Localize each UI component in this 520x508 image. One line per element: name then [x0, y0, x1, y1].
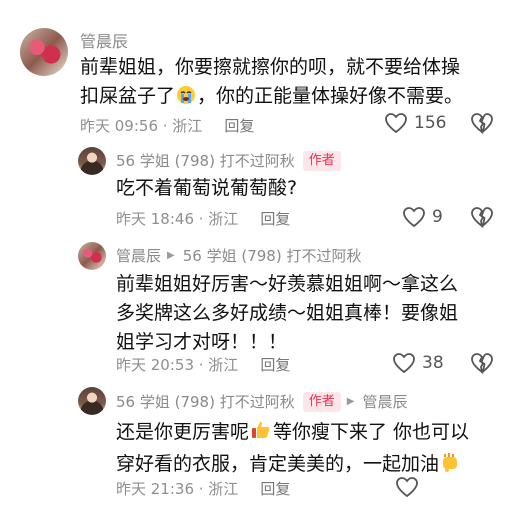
heart-icon: [403, 207, 425, 228]
comment-text-part: 前辈姐姐好厉害～好羡慕姐姐啊～拿这么: [116, 273, 459, 295]
avatar[interactable]: [78, 387, 106, 415]
like-count: 9: [432, 207, 443, 227]
reply-target[interactable]: 管晨辰: [362, 391, 407, 412]
comment-author[interactable]: 管晨辰: [80, 28, 128, 52]
comment-meta: 昨天 18:46 · 浙江 回复: [116, 208, 290, 229]
comment-time: 昨天 18:46 · 浙江: [116, 210, 239, 228]
dislike-button[interactable]: [470, 206, 494, 232]
comment-author[interactable]: 管晨辰: [116, 245, 161, 266]
avatar[interactable]: [20, 28, 68, 76]
broken-heart-icon: [471, 353, 493, 375]
heart-icon: [393, 353, 415, 374]
comment-meta: 昨天 09:56 · 浙江 回复: [80, 115, 254, 136]
like-button[interactable]: 9: [402, 206, 443, 228]
comment-text-part: 等你瘦下来了 你也可以: [273, 421, 470, 443]
comment-text: 还是你更厉害呢 等你瘦下来了 你也可以 穿好看的衣服，肯定美美的，一起加油: [116, 418, 516, 482]
fist-icon: [440, 451, 460, 482]
comment-text-part: 姐学习才对呀！！！: [116, 331, 288, 353]
comment-time: 昨天 09:56 · 浙江: [80, 117, 203, 135]
reply-arrow-icon: ▶: [167, 250, 175, 261]
comment-text-part: 扣屎盆子了: [80, 85, 176, 107]
comment-text-part: 多奖牌这么多好成绩～姐姐真棒！要像姐: [116, 302, 459, 324]
reply-button[interactable]: 回复: [260, 356, 290, 374]
author-badge: 作者: [302, 391, 341, 412]
comment-text-part: 还是你更厉害呢: [116, 421, 250, 443]
comment-time: 昨天 20:53 · 浙江: [116, 356, 239, 374]
author-badge: 作者: [302, 150, 341, 171]
avatar[interactable]: [78, 147, 106, 175]
dislike-button[interactable]: [470, 112, 494, 138]
like-button[interactable]: 156: [384, 112, 446, 134]
dislike-button[interactable]: [470, 352, 494, 378]
comment-meta: 昨天 20:53 · 浙江 回复: [116, 354, 290, 375]
like-button[interactable]: [395, 476, 425, 498]
comment-text-part: 前辈姐姐，你要擦就擦你的呗，就不要给体操: [80, 56, 461, 78]
comment-author[interactable]: 56 学姐 (798) 打不过阿秋: [116, 150, 295, 171]
broken-heart-icon: [471, 113, 493, 135]
heart-icon: [385, 113, 407, 134]
like-button[interactable]: 38: [392, 352, 444, 374]
like-count: 156: [414, 113, 447, 133]
comment-text: 前辈姐姐好厉害～好羡慕姐姐啊～拿这么 多奖牌这么多好成绩～姐姐真棒！要像姐 姐学…: [116, 270, 506, 357]
heart-icon: [396, 477, 418, 498]
broken-heart-icon: [471, 207, 493, 229]
comment-text: 前辈姐姐，你要擦就擦你的呗，就不要给体操 扣屎盆子了 ，你的正能量体操好像不需要。: [80, 53, 500, 114]
avatar[interactable]: [78, 242, 106, 270]
crying-face-icon: [176, 85, 196, 114]
comment-author[interactable]: 56 学姐 (798) 打不过阿秋: [116, 391, 295, 412]
comment-header: 56 学姐 (798) 打不过阿秋 作者 ▶ 管晨辰: [116, 391, 407, 412]
comment-header: 56 学姐 (798) 打不过阿秋 作者: [116, 150, 341, 171]
reply-button[interactable]: 回复: [260, 210, 290, 228]
comment-text-part: 穿好看的衣服，肯定美美的，一起加油: [116, 453, 440, 475]
reply-button[interactable]: 回复: [260, 480, 290, 498]
comment-text-part: ，你的正能量体操好像不需要。: [197, 85, 464, 107]
comment-text: 吃不着葡萄说葡萄酸?: [116, 177, 298, 199]
comment-meta: 昨天 21:36 · 浙江 回复: [116, 478, 290, 499]
thumbs-up-icon: [250, 419, 272, 450]
comment-time: 昨天 21:36 · 浙江: [116, 480, 239, 498]
reply-button[interactable]: 回复: [224, 117, 254, 135]
like-count: 38: [422, 353, 444, 373]
reply-target[interactable]: 56 学姐 (798) 打不过阿秋: [183, 245, 362, 266]
comment-header: 管晨辰 ▶ 56 学姐 (798) 打不过阿秋: [116, 245, 361, 266]
reply-arrow-icon: ▶: [346, 396, 355, 407]
